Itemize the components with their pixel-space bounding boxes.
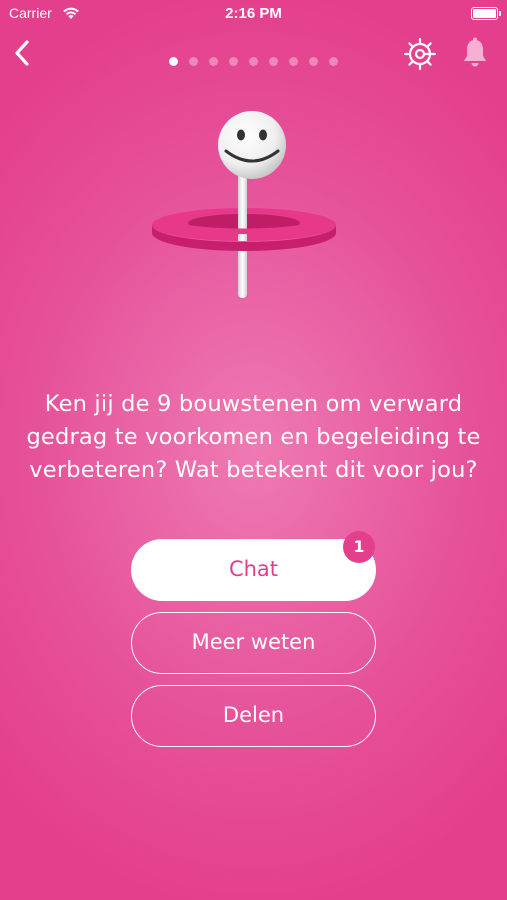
clock: 2:16 PM bbox=[225, 5, 282, 22]
share-button[interactable]: Delen bbox=[131, 685, 376, 747]
page-dot[interactable] bbox=[209, 57, 218, 66]
page-dot[interactable] bbox=[329, 57, 338, 66]
smiley-lollipop-illustration bbox=[146, 105, 342, 305]
battery-icon bbox=[471, 7, 501, 20]
battery-level bbox=[473, 9, 496, 18]
more-info-button[interactable]: Meer weten bbox=[131, 612, 376, 674]
page-dot[interactable] bbox=[169, 57, 178, 66]
page-dot[interactable] bbox=[229, 57, 238, 66]
notifications-button[interactable] bbox=[461, 37, 489, 69]
question-text: Ken jij de 9 bouwstenen om verward gedra… bbox=[26, 391, 481, 483]
status-bar: Carrier 2:16 PM bbox=[0, 0, 507, 28]
page-dot[interactable] bbox=[269, 57, 278, 66]
page-dot[interactable] bbox=[309, 57, 318, 66]
page-dot[interactable] bbox=[289, 57, 298, 66]
page-dot[interactable] bbox=[249, 57, 258, 66]
gear-icon bbox=[403, 37, 437, 71]
page-dot[interactable] bbox=[189, 57, 198, 66]
chat-button[interactable]: Chat bbox=[131, 539, 376, 601]
chat-badge: 1 bbox=[343, 531, 375, 563]
settings-button[interactable] bbox=[403, 37, 437, 71]
bell-icon bbox=[464, 37, 486, 67]
